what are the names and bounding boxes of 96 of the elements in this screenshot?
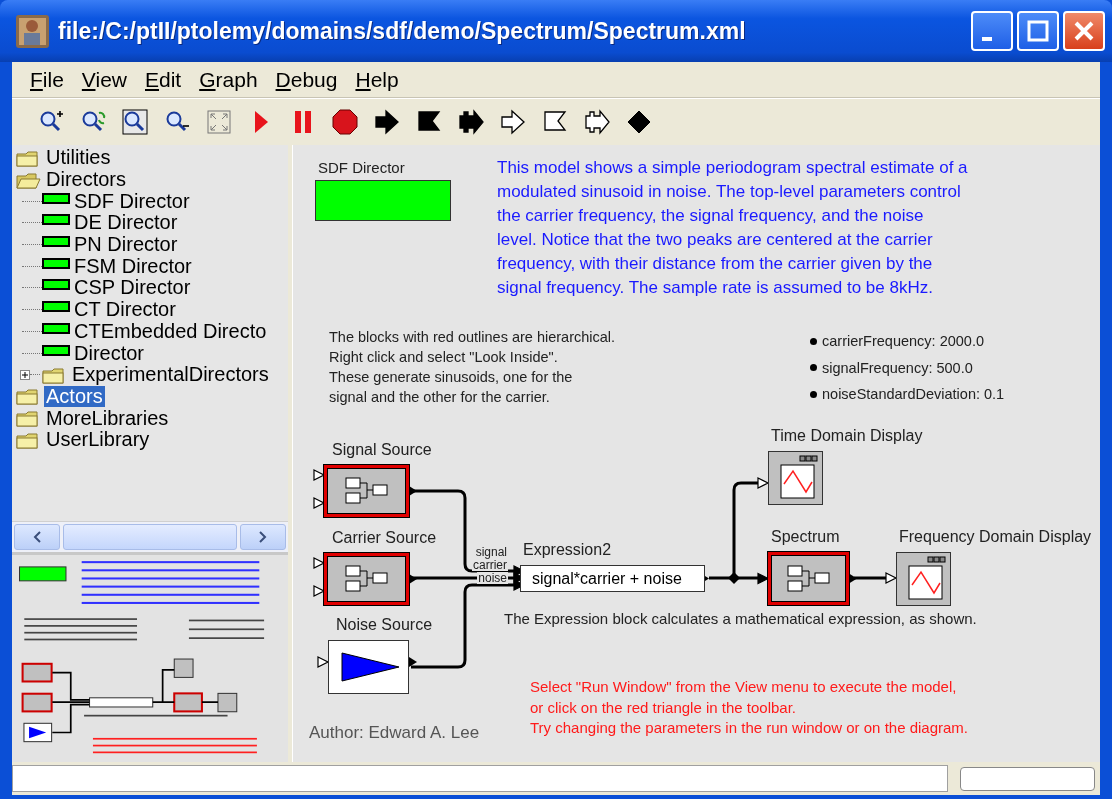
actor-block[interactable] (324, 553, 409, 605)
arrow-icon[interactable] (374, 109, 400, 135)
director-icon (42, 279, 70, 291)
tree-item[interactable]: DE Director (72, 212, 180, 234)
port-label: noise (477, 572, 508, 584)
tree-item[interactable]: MoreLibraries (44, 407, 171, 429)
actor-label: Frequency Domain Display (899, 527, 1092, 547)
tree-item[interactable]: CTEmbedded Directo (72, 320, 269, 342)
director-label: SDF Director (318, 159, 405, 176)
menu-item[interactable]: Edit (137, 65, 190, 94)
scroll-right-button[interactable] (240, 524, 286, 550)
actor-label: Expression2 (523, 540, 612, 560)
relay-icon (728, 572, 740, 584)
port-label: carrier (472, 559, 508, 571)
tree-item[interactable]: Directors (44, 169, 128, 191)
minimize-button[interactable] (971, 11, 1013, 51)
close-icon (1072, 19, 1096, 43)
block-arrow-icon[interactable] (458, 109, 484, 135)
port-icon (757, 572, 770, 585)
minimize-icon (982, 37, 992, 41)
app-icon (15, 13, 50, 49)
port-label: signal (474, 546, 508, 558)
port-icon (317, 656, 330, 668)
connector-line (854, 576, 887, 580)
actor-block[interactable] (328, 640, 409, 694)
menu-item[interactable]: File (22, 65, 72, 94)
instruction-text: Select "Run Window" from the View menu to execute the model, or click on the red triangle in the toolbar. Try changing the parameters in the run window or on the diagram. (530, 677, 968, 738)
chevron-left-icon (32, 531, 42, 543)
tree-item[interactable]: Director (72, 342, 146, 364)
menu-item[interactable]: View (73, 65, 135, 94)
tree-item[interactable]: FSM Director (72, 255, 194, 277)
expression-block[interactable]: signal*carrier + noise (520, 565, 705, 592)
actor-label: Spectrum (771, 527, 840, 547)
actor-block[interactable] (768, 451, 823, 505)
triangle-icon (341, 652, 400, 682)
expand-toggle-icon[interactable] (20, 369, 30, 380)
parameter-text[interactable]: signalFrequency: 500.0 (822, 359, 973, 376)
director-icon (42, 344, 70, 356)
actor-block[interactable] (324, 465, 409, 517)
plot-icon (908, 556, 945, 600)
stop-icon[interactable] (332, 109, 358, 135)
fullscreen-icon[interactable] (206, 109, 232, 135)
port-icon (757, 477, 770, 489)
chevron-right-icon (258, 531, 268, 543)
menu-item[interactable]: Graph (191, 65, 266, 94)
annotation-text: The blocks with red outlines are hierarchical. Right click and select "Look Inside". These generate sinusoids, one for the signal and the other for the carrier. (329, 328, 616, 407)
close-button[interactable] (1063, 11, 1105, 51)
port-icon (313, 497, 326, 509)
tree-item[interactable]: CSP Director (72, 277, 193, 299)
director-icon (42, 301, 70, 313)
actor-block[interactable] (896, 552, 951, 606)
menu-item[interactable]: Debug (267, 65, 346, 94)
bullet-icon (810, 364, 817, 371)
author-text: Author: Edward A. Lee (309, 723, 480, 743)
actor-label: Time Domain Display (771, 426, 923, 446)
hierarchy-icon (345, 565, 387, 592)
director-block[interactable] (315, 180, 451, 221)
port-icon (313, 585, 326, 597)
tree-item[interactable]: Actors (44, 385, 105, 407)
director-icon (42, 214, 70, 226)
window-title: file:/C:/ptII/ptolemy/domains/sdf/demo/Spectrum/Spectrum.xml (58, 17, 747, 45)
actor-label: Carrier Source (332, 528, 437, 548)
port-icon (885, 572, 898, 584)
tree-item[interactable]: PN Director (72, 234, 180, 256)
director-icon (42, 236, 70, 248)
arrow-icon[interactable] (500, 109, 526, 135)
port-icon (313, 469, 326, 481)
director-icon (42, 192, 70, 204)
scroll-left-button[interactable] (14, 524, 60, 550)
hierarchy-icon (345, 477, 387, 504)
plot-icon (780, 455, 817, 499)
scrollbar-thumb[interactable] (63, 524, 237, 550)
tree-item[interactable]: CT Director (72, 299, 178, 321)
tree-item[interactable]: UserLibrary (44, 429, 152, 451)
zoom-fit-icon[interactable] (122, 109, 148, 135)
actor-label: Signal Source (332, 440, 432, 460)
tree-item[interactable]: SDF Director (72, 190, 192, 212)
tree-item[interactable]: ExperimentalDirectors (70, 364, 271, 386)
description-text: This model shows a simple periodogram spectral estimate of a modulated sinusoid in noise. The top-level parameters control the carrier frequency, the signal frequency, and the noise level. Notice that the two peaks are centered at the carrier frequency, with their distance from the carrier given by the signal frequency. The sample rate is assumed to be 8kHz. (497, 157, 968, 299)
menu-item[interactable]: Help (347, 65, 407, 94)
maximize-icon (1026, 19, 1050, 43)
tree-item[interactable]: Utilities (44, 147, 113, 169)
bullet-icon (810, 337, 817, 345)
hierarchy-icon (787, 565, 829, 591)
actor-label: Noise Source (336, 615, 433, 635)
block-arrow-icon[interactable] (584, 109, 610, 135)
bullet-icon (810, 390, 817, 398)
parameter-text[interactable]: carrierFrequency: 2000.0 (822, 333, 984, 349)
actor-block[interactable] (768, 552, 849, 605)
port-icon (313, 557, 326, 569)
director-icon (42, 322, 70, 334)
parameter-text[interactable]: noiseStandardDeviation: 0.1 (822, 386, 1005, 402)
director-icon (42, 257, 70, 269)
diamond-icon[interactable] (626, 109, 652, 135)
maximize-button[interactable] (1017, 11, 1059, 51)
caption-text: The Expression block calculates a mathematical expression, as shown. (504, 610, 977, 627)
